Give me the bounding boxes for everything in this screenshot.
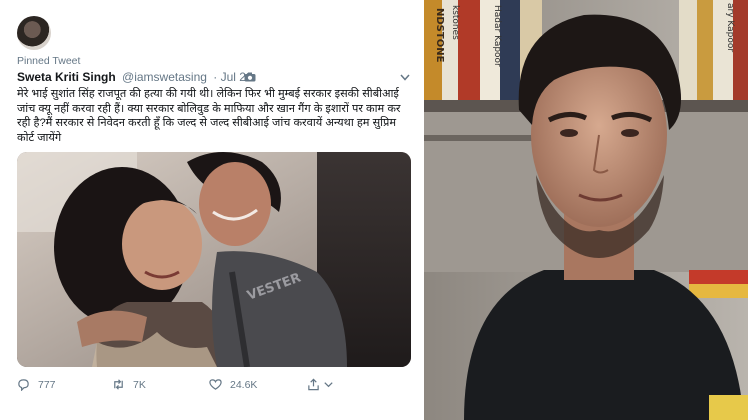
- portrait-photo: NDSTONE kstones Hadar Kapoor ary Kapoor: [424, 0, 748, 420]
- retweet-icon: [114, 379, 123, 390]
- reply-icon: [18, 379, 29, 391]
- like-action[interactable]: 24.6K: [209, 378, 257, 391]
- avatar[interactable]: [17, 16, 51, 50]
- author-name[interactable]: Sweta Kriti Singh: [17, 70, 116, 84]
- share-icon: [308, 378, 319, 391]
- book-spine-3: Hadar Kapoor: [492, 5, 502, 67]
- tweet-actions: 777 7K 24.6K: [17, 378, 377, 398]
- like-icon: [209, 379, 222, 390]
- book-spine-2: kstones: [450, 5, 460, 40]
- retweet-count: 7K: [133, 378, 146, 391]
- book-spine-4: ary Kapoor: [725, 3, 735, 52]
- pinned-label: Pinned Tweet: [17, 55, 81, 67]
- camera-icon: [244, 72, 256, 82]
- tweet-header: Sweta Kriti Singh @iamswetasing · Jul 28: [17, 70, 253, 84]
- chevron-down-icon[interactable]: [322, 378, 335, 391]
- retweet-action[interactable]: 7K: [112, 378, 146, 391]
- book-spine-1: NDSTONE: [434, 8, 445, 63]
- tweet-photo[interactable]: VESTER: [17, 152, 411, 367]
- reply-action[interactable]: 777: [17, 378, 56, 391]
- portrait-image: NDSTONE kstones Hadar Kapoor ary Kapoor: [424, 0, 748, 420]
- tweet-photo-image: VESTER: [17, 152, 411, 367]
- share-action[interactable]: [307, 378, 335, 391]
- chevron-down-icon[interactable]: [400, 74, 410, 81]
- like-count: 24.6K: [230, 378, 258, 391]
- tweet-card: Pinned Tweet Sweta Kriti Singh @iamsweta…: [0, 0, 424, 420]
- tweet-text: मेरे भाई सुशांत सिंह राजपूत की हत्या की …: [17, 88, 401, 144]
- reply-count: 777: [38, 378, 56, 391]
- author-handle[interactable]: @iamswetasing: [122, 70, 207, 84]
